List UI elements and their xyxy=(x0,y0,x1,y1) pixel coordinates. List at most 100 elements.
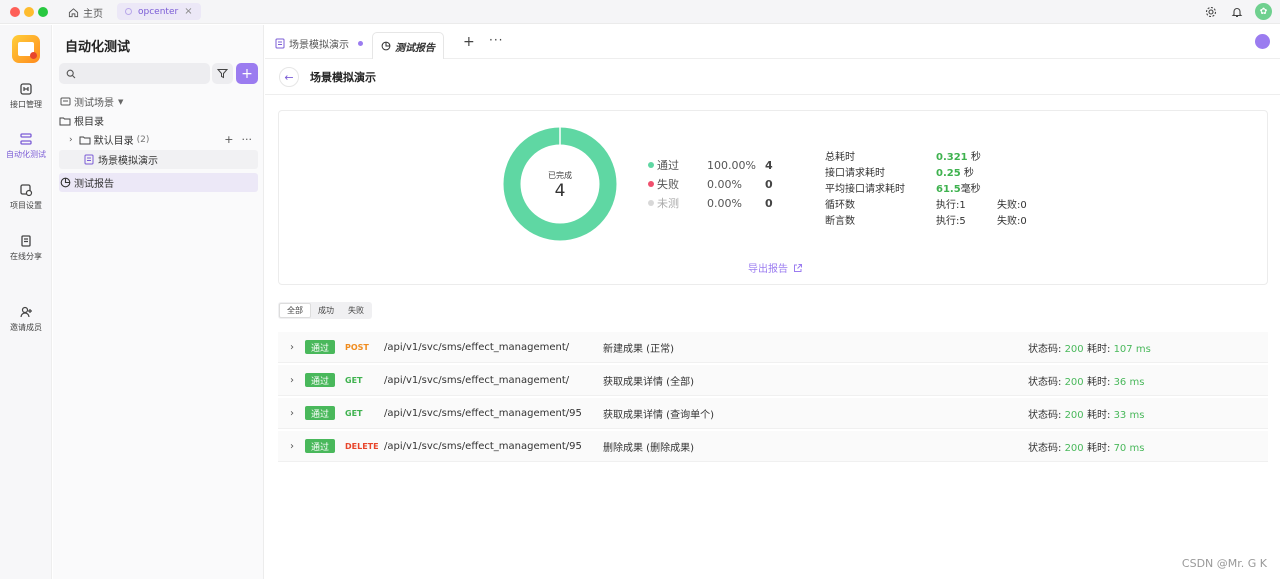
time-label: 耗时: xyxy=(1087,343,1111,355)
invite-icon xyxy=(20,306,32,318)
external-link-icon xyxy=(794,263,802,272)
time-value: 33 ms xyxy=(1113,409,1145,421)
status-code: 状态码: 200 xyxy=(1028,406,1084,421)
chevron-right-icon[interactable]: › xyxy=(290,408,294,419)
add-item-icon[interactable]: + xyxy=(224,133,233,146)
request-name: 获取成果详情 (查询单个) xyxy=(603,409,714,421)
tree-scenes-header[interactable]: 测试场景 ▼ xyxy=(59,92,258,111)
rail-item-share[interactable]: 在线分享 xyxy=(0,234,52,262)
rail-item-invite[interactable]: 邀请成员 xyxy=(0,305,52,333)
gear-icon[interactable] xyxy=(1203,4,1219,20)
stat-exec: 执行:5 xyxy=(936,215,966,227)
folder-icon xyxy=(59,115,71,127)
chevron-right-icon[interactable]: › xyxy=(290,375,294,386)
automation-icon xyxy=(20,133,32,145)
legend-name: 未测 xyxy=(657,197,679,210)
window-titlebar: 主页 opcenter × ✿ xyxy=(0,0,1280,24)
tree-report-item[interactable]: 测试报告 xyxy=(59,173,258,192)
request-path: /api/v1/svc/sms/effect_management/95 xyxy=(384,407,582,419)
stat-unit: 毫秒 xyxy=(960,183,981,195)
legend-count: 0 xyxy=(765,196,773,210)
close-icon[interactable]: × xyxy=(184,6,192,17)
request-path: /api/v1/svc/sms/effect_management/ xyxy=(384,374,570,386)
stat-label: 循环数 xyxy=(825,199,855,211)
close-window-button[interactable] xyxy=(10,7,20,17)
editor-tabs: 场景模拟演示 测试报告 + ··· xyxy=(265,25,1280,59)
bell-icon[interactable] xyxy=(1229,4,1245,20)
more-icon[interactable]: ··· xyxy=(489,33,503,47)
search-input[interactable] xyxy=(80,68,210,79)
project-tab-label: opcenter xyxy=(138,6,179,17)
rail-item-label: 在线分享 xyxy=(10,252,42,261)
stat-label: 断言数 xyxy=(825,215,855,227)
home-tab-label: 主页 xyxy=(83,8,103,20)
filter-button[interactable] xyxy=(212,63,233,84)
chevron-right-icon[interactable]: › xyxy=(290,441,294,452)
filter-all[interactable]: 全部 xyxy=(279,303,311,318)
legend-pct: 0.00% xyxy=(707,196,742,210)
status-code-label: 状态码: xyxy=(1028,442,1062,454)
plus-icon: + xyxy=(241,65,253,82)
scene-item-label: 场景模拟演示 xyxy=(98,156,158,167)
new-tab-icon[interactable]: + xyxy=(463,34,475,50)
status-code-label: 状态码: xyxy=(1028,376,1062,388)
rail-item-automation[interactable]: 自动化测试 xyxy=(0,132,52,160)
request-name: 获取成果详情 (全部) xyxy=(603,376,694,388)
legend-dot xyxy=(648,181,654,187)
avatar[interactable]: ✿ xyxy=(1255,3,1272,20)
time-value: 70 ms xyxy=(1113,442,1145,454)
report-icon xyxy=(381,41,391,51)
tab-scene[interactable]: 场景模拟演示 xyxy=(275,32,349,54)
search-icon xyxy=(66,69,76,78)
report-icon xyxy=(59,177,71,189)
rail-item-api[interactable]: 接口管理 xyxy=(0,82,52,110)
stat-unit: 秒 xyxy=(967,151,981,163)
chevron-right-icon[interactable]: › xyxy=(290,342,294,353)
project-tab[interactable]: opcenter × xyxy=(117,3,201,20)
request-path: /api/v1/svc/sms/effect_management/95 xyxy=(384,440,582,452)
caret-down-icon[interactable]: ▼ xyxy=(118,98,123,106)
legend-name: 通过 xyxy=(657,159,679,172)
summary-panel xyxy=(278,110,1268,285)
request-row[interactable]: › 通过 POST /api/v1/svc/sms/effect_managem… xyxy=(278,332,1268,363)
tree-default-folder[interactable]: › 默认目录 (2) + ··· xyxy=(59,130,258,149)
request-row[interactable]: › 通过 DELETE /api/v1/svc/sms/effect_manag… xyxy=(278,431,1268,462)
app-rail: 接口管理 自动化测试 项目设置 在线分享 邀请成员 xyxy=(0,25,52,579)
more-icon[interactable]: ··· xyxy=(242,133,253,146)
tab-report[interactable]: 测试报告 xyxy=(372,32,444,59)
status-code: 状态码: 200 xyxy=(1028,439,1084,454)
donut-center-total: 4 xyxy=(554,181,566,201)
chevron-right-icon[interactable]: › xyxy=(69,135,73,145)
settings-icon xyxy=(20,184,33,197)
rail-item-settings[interactable]: 项目设置 xyxy=(0,183,52,211)
maximize-window-button[interactable] xyxy=(38,7,48,17)
stat-loops: 循环数 执行:1 失败:0 xyxy=(825,195,1065,211)
time-value: 107 ms xyxy=(1113,343,1151,355)
sync-icon[interactable] xyxy=(1255,34,1270,49)
status-badge: 通过 xyxy=(305,373,336,387)
legend-pass: 通过 100.00% 4 xyxy=(648,157,773,173)
filter-failed[interactable]: 失败 xyxy=(341,303,371,318)
status-code-label: 状态码: xyxy=(1028,409,1062,421)
add-button[interactable]: + xyxy=(236,63,258,84)
arrow-left-icon: ← xyxy=(284,70,294,84)
status-code-label: 状态码: xyxy=(1028,343,1062,355)
tree-root-folder[interactable]: 根目录 xyxy=(59,111,258,130)
tree-scene-item[interactable]: 场景模拟演示 xyxy=(59,150,258,169)
stat-request-time: 接口请求耗时 0.25 秒 xyxy=(825,163,974,179)
report-label: 测试报告 xyxy=(74,179,114,190)
search-box[interactable] xyxy=(59,63,210,84)
back-button[interactable]: ← xyxy=(279,67,299,87)
status-code-value: 200 xyxy=(1064,442,1084,454)
legend-count: 0 xyxy=(765,177,773,191)
minimize-window-button[interactable] xyxy=(24,7,34,17)
export-report-link[interactable]: 导出报告 xyxy=(748,260,803,275)
legend-count: 4 xyxy=(765,158,773,172)
filter-success[interactable]: 成功 xyxy=(311,303,341,318)
http-method: GET xyxy=(345,375,363,385)
stat-label: 接口请求耗时 xyxy=(825,167,885,179)
home-tab[interactable]: 主页 xyxy=(68,4,103,20)
request-row[interactable]: › 通过 GET /api/v1/svc/sms/effect_manageme… xyxy=(278,365,1268,396)
stat-label: 平均接口请求耗时 xyxy=(825,183,905,195)
request-row[interactable]: › 通过 GET /api/v1/svc/sms/effect_manageme… xyxy=(278,398,1268,429)
